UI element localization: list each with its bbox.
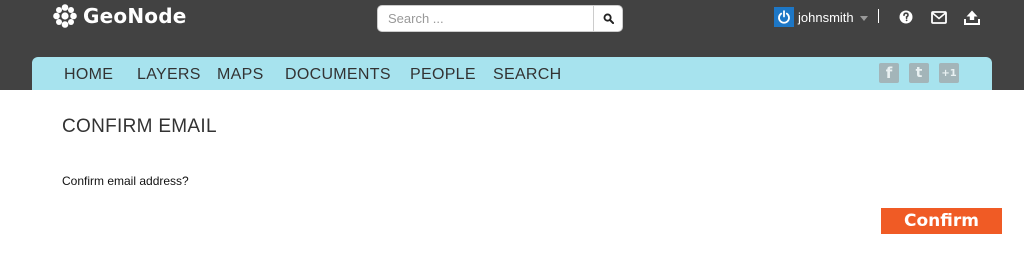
- nav-item-people[interactable]: PEOPLE: [410, 57, 476, 90]
- main-navigation: HOME LAYERS MAPS DOCUMENTS PEOPLE SEARCH…: [32, 57, 992, 90]
- facebook-icon[interactable]: f: [879, 63, 899, 83]
- plus-one-label: +1: [941, 67, 957, 79]
- search-bar: [377, 5, 623, 32]
- google-plus-one-icon[interactable]: +1: [939, 63, 959, 83]
- envelope-icon[interactable]: [931, 9, 947, 25]
- help-icon[interactable]: [898, 9, 914, 25]
- chevron-down-icon: [859, 15, 868, 21]
- top-header: GeoNode johnsmith: [0, 0, 1024, 90]
- username: johnsmith: [798, 9, 854, 25]
- confirm-message: Confirm email address?: [62, 174, 189, 188]
- power-icon: [774, 7, 794, 27]
- confirm-button[interactable]: Confirm: [881, 208, 1002, 234]
- facebook-label: f: [885, 64, 893, 82]
- geonode-logo-icon: [53, 4, 77, 28]
- page-title: CONFIRM EMAIL: [62, 116, 217, 137]
- upload-icon[interactable]: [964, 9, 980, 25]
- search-button[interactable]: [593, 5, 623, 32]
- nav-item-layers[interactable]: LAYERS: [137, 57, 201, 90]
- header-divider: [878, 9, 879, 23]
- search-input[interactable]: [377, 5, 593, 32]
- brand-name: GeoNode: [83, 4, 187, 28]
- twitter-label: t: [915, 65, 923, 81]
- nav-item-search[interactable]: SEARCH: [493, 57, 561, 90]
- user-menu[interactable]: johnsmith: [774, 7, 868, 27]
- twitter-icon[interactable]: t: [909, 63, 929, 83]
- nav-item-maps[interactable]: MAPS: [217, 57, 264, 90]
- nav-item-documents[interactable]: DOCUMENTS: [285, 57, 391, 90]
- nav-item-home[interactable]: HOME: [64, 57, 113, 90]
- search-icon: [603, 13, 614, 24]
- brand-logo[interactable]: GeoNode: [52, 1, 186, 31]
